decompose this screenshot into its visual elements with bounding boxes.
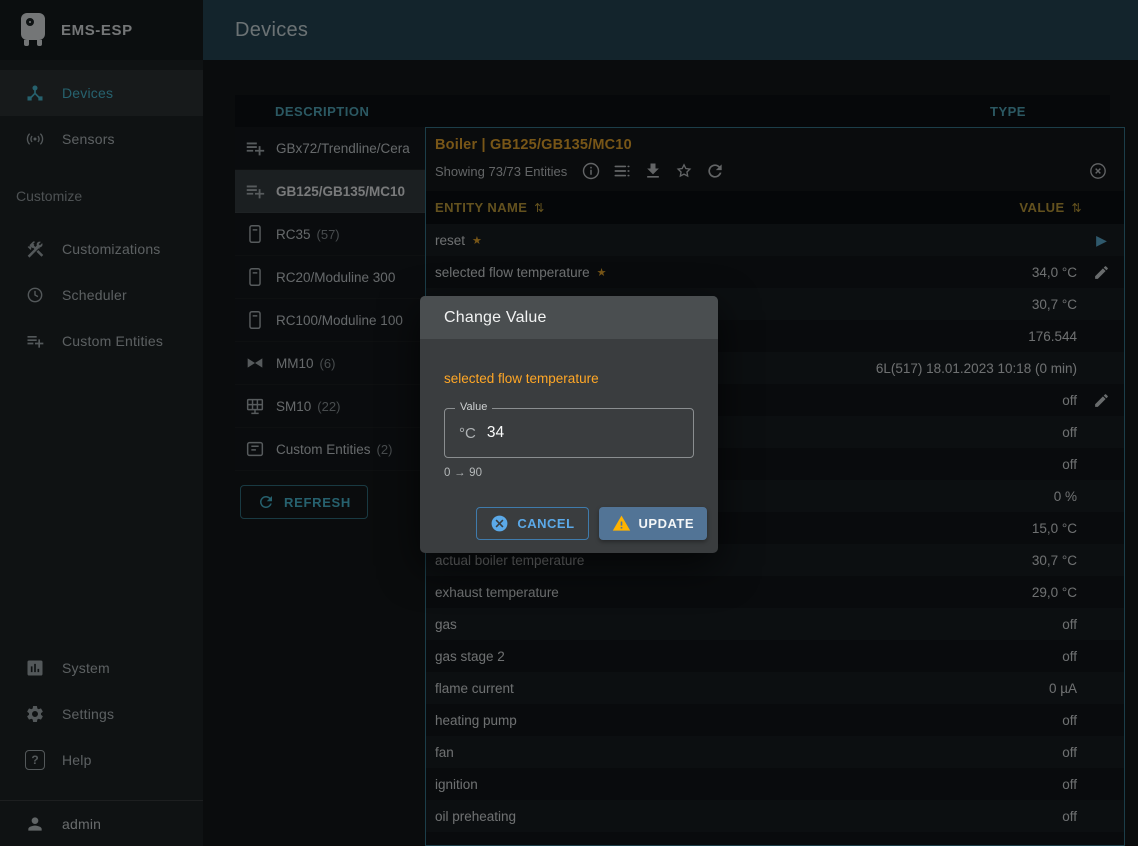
cancel-label: CANCEL xyxy=(517,516,574,531)
warning-icon xyxy=(612,514,631,533)
update-label: UPDATE xyxy=(639,516,694,531)
cancel-icon xyxy=(490,514,509,533)
update-button[interactable]: UPDATE xyxy=(599,507,707,540)
value-input[interactable]: Value °C 34 xyxy=(444,408,694,458)
value-input-text: 34 xyxy=(487,424,504,442)
dialog-entity-name: selected flow temperature xyxy=(444,371,707,386)
dialog-body: selected flow temperature Value °C 34 0 … xyxy=(420,371,718,553)
cancel-button[interactable]: CANCEL xyxy=(476,507,588,540)
dialog-title: Change Value xyxy=(420,296,718,339)
dialog-actions: CANCEL UPDATE xyxy=(444,507,707,540)
unit-adornment: °C xyxy=(459,425,476,442)
value-range-hint: 0 → 90 xyxy=(444,467,707,479)
change-value-dialog: Change Value selected flow temperature V… xyxy=(420,296,718,553)
value-input-label: Value xyxy=(455,401,492,413)
